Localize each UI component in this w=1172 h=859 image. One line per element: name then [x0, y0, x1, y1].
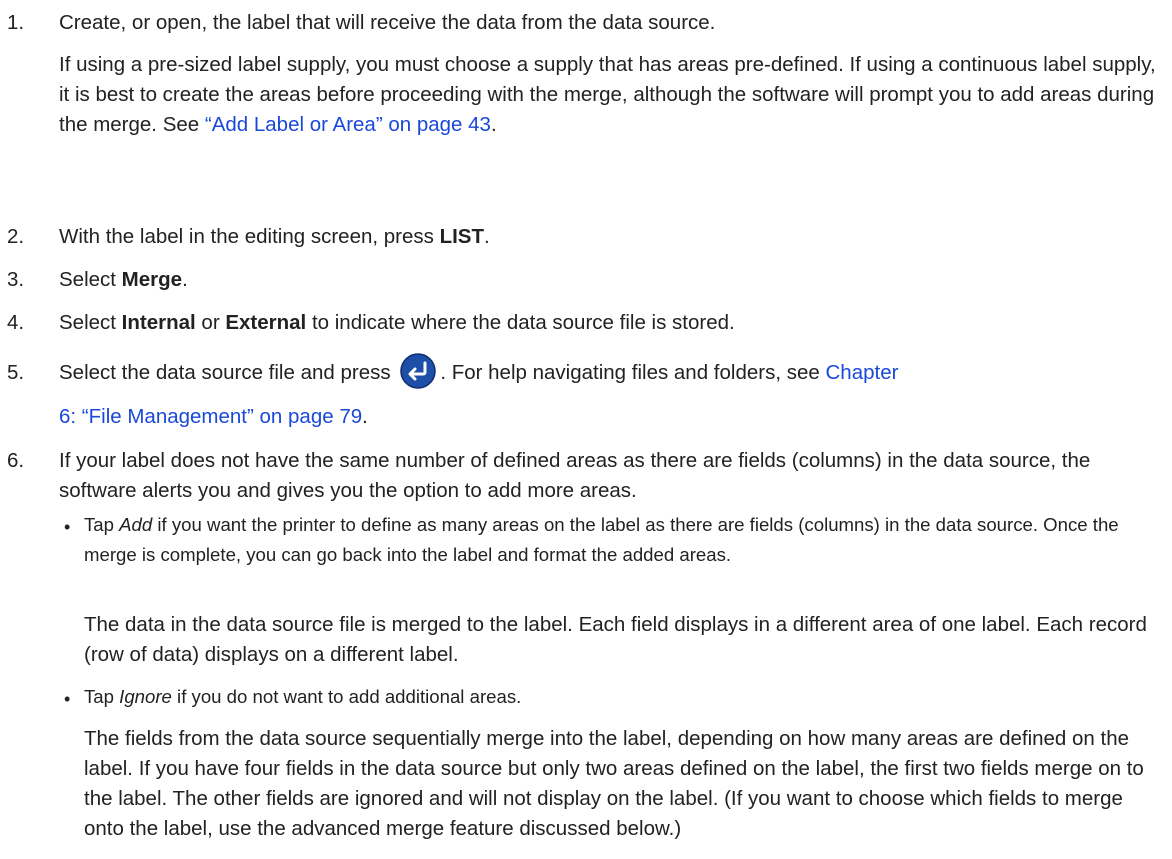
bullet-ignore: Tap Ignore if you do not want to add add… — [84, 682, 1152, 712]
enter-key-icon — [400, 352, 437, 389]
bullet-add-result: The data in the data source file is merg… — [84, 613, 1147, 666]
document-page: 1. Create, or open, the label that will … — [0, 0, 1172, 859]
external-option-label: External — [225, 311, 307, 334]
bullet-post: if you do not want to add additional are… — [171, 686, 522, 707]
bullet-add: Tap Add if you want the printer to defin… — [84, 510, 1152, 570]
step-text: Create, or open, the label that will rec… — [59, 11, 716, 34]
step-number: 6. — [7, 449, 25, 472]
step-pre: Select — [59, 311, 122, 334]
step-link-line: 6: “File Management” on page 79. — [59, 402, 1160, 432]
step-pre: Select — [59, 268, 122, 291]
bullet-pre: Tap — [84, 514, 120, 535]
bullet-post: if you want the printer to define as man… — [84, 514, 1119, 565]
detail-end: . — [490, 113, 497, 136]
step-number: 5. — [7, 361, 25, 384]
step-post: . For help navigating files and folders,… — [440, 361, 826, 384]
step-pre: Select the data source file and press — [59, 361, 397, 384]
step-mid: or — [195, 311, 226, 334]
step-text: If your label does not have the same num… — [59, 449, 1091, 502]
bullet-ignore-result: The fields from the data source sequenti… — [84, 727, 1144, 840]
step-post: . — [484, 225, 490, 248]
step-text: Select the data source file and press . … — [59, 352, 1160, 389]
step-post: to indicate where the data source file i… — [306, 311, 735, 334]
step-text: With the label in the editing screen, pr… — [59, 222, 1160, 252]
step-text: Select Merge. — [59, 265, 1160, 295]
add-option-label: Add — [119, 514, 153, 535]
step-number: 4. — [7, 311, 25, 334]
step-number: 3. — [7, 268, 25, 291]
step-end: . — [362, 405, 368, 428]
add-label-or-area-link[interactable]: “Add Label or Area” on page 43 — [205, 113, 491, 136]
merge-option-label: Merge — [121, 268, 183, 291]
step-text: Select Internal or External to indicate … — [59, 308, 1160, 338]
bullet-marker: • — [64, 517, 71, 537]
internal-option-label: Internal — [121, 311, 196, 334]
file-management-link-part1[interactable]: Chapter — [825, 361, 898, 384]
bullet-pre: Tap — [84, 686, 120, 707]
step-post: . — [182, 268, 188, 291]
file-management-link-part2[interactable]: 6: “File Management” on page 79 — [59, 405, 362, 428]
list-key-label: LIST — [439, 225, 485, 248]
step-detail: If using a pre-sized label supply, you m… — [59, 50, 1160, 140]
step-number: 1. — [7, 11, 25, 34]
step-number: 2. — [7, 225, 25, 248]
ignore-option-label: Ignore — [119, 686, 172, 707]
step-pre: With the label in the editing screen, pr… — [59, 225, 440, 248]
bullet-marker: • — [64, 689, 71, 709]
